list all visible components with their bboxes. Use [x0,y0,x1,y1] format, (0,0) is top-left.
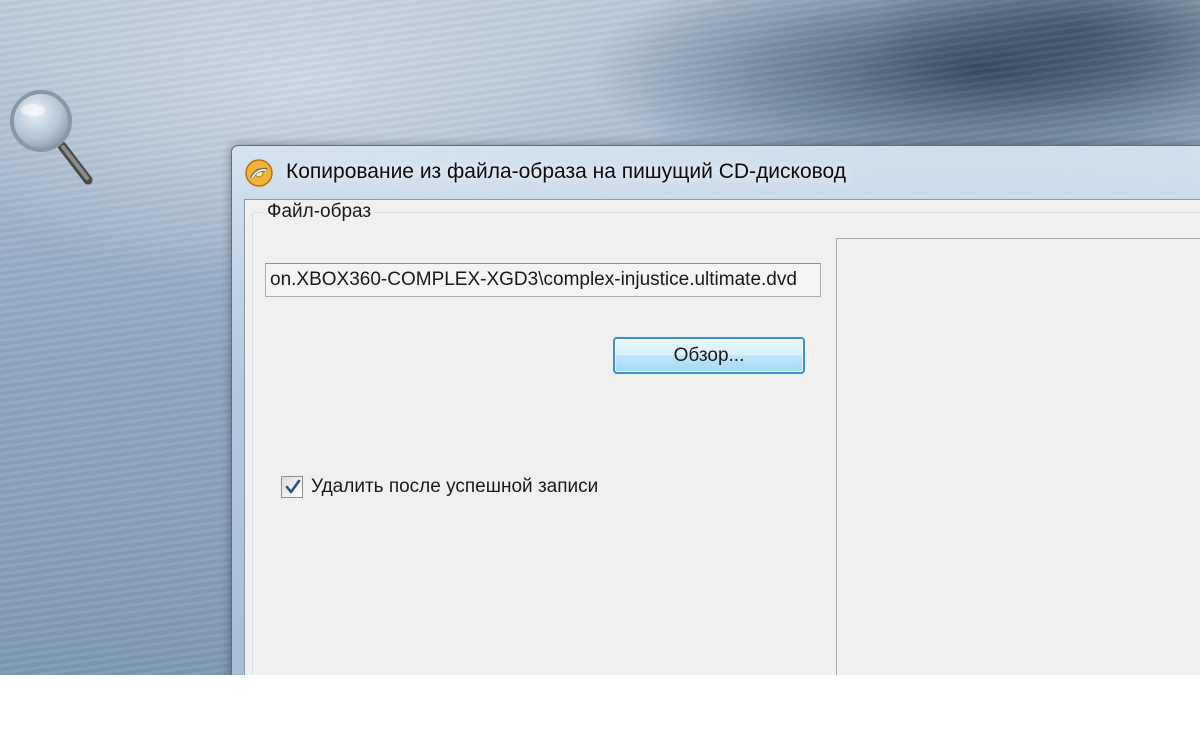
desktop-background: Копирование из файла-образа на пишущий C… [0,0,1200,675]
dialog-client-area: Файл-образ Обзор... Удалить после успешн… [244,199,1200,675]
browse-button[interactable]: Обзор... [613,337,805,374]
delete-after-write-label: Удалить после успешной записи [311,476,599,497]
group-label: Файл-образ [263,201,376,223]
window-title: Копирование из файла-образа на пишущий C… [286,160,847,183]
blank-area [0,675,1200,739]
checkmark-icon [285,479,301,494]
delete-after-write-checkbox[interactable] [281,476,303,498]
delete-after-write-checkbox-row[interactable]: Удалить после успешной записи [281,474,598,500]
preview-panel [836,238,1200,675]
file-image-group: Файл-образ Обзор... Удалить после успешн… [252,201,1200,675]
burn-disc-app-icon [244,158,274,188]
image-path-field[interactable] [265,263,821,297]
title-bar[interactable]: Копирование из файла-образа на пишущий C… [232,146,1200,198]
burn-image-dialog: Копирование из файла-образа на пишущий C… [231,145,1200,675]
magnifier-icon[interactable] [8,88,98,188]
